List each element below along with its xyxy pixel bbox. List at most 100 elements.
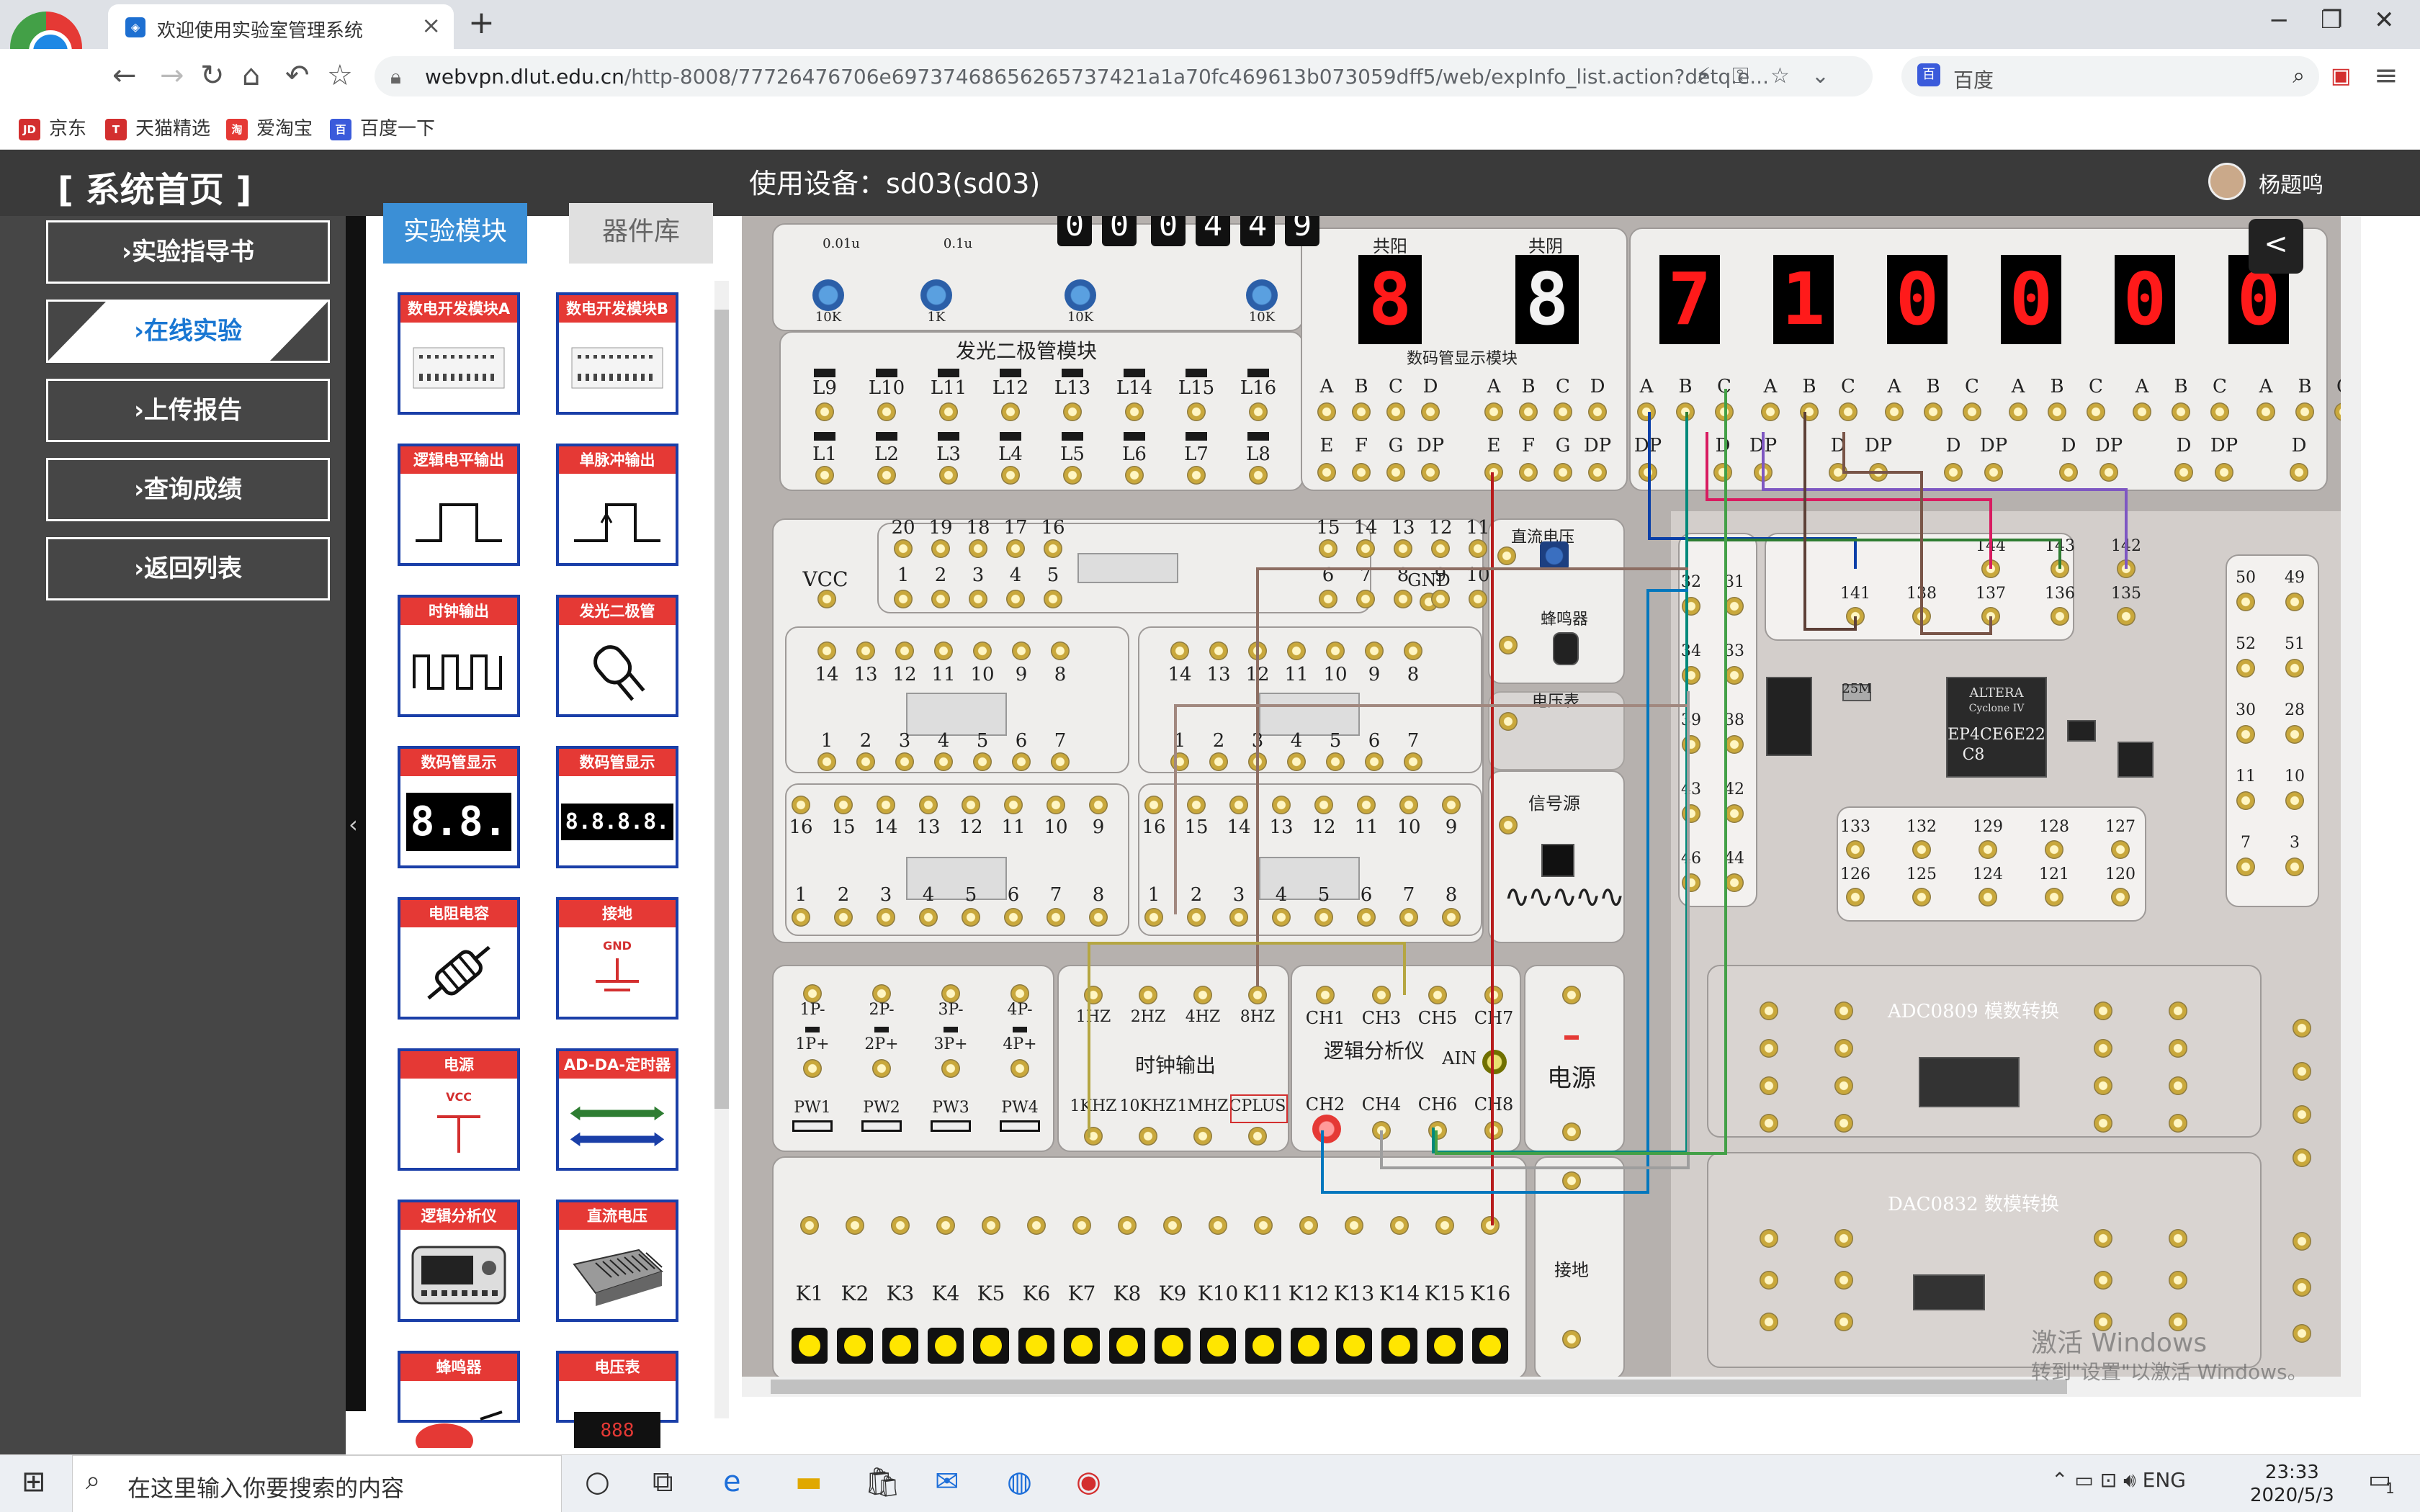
- sidebar-item-guide[interactable]: ›实验指导书: [46, 220, 330, 284]
- module-card[interactable]: 电压表 888: [556, 1351, 678, 1448]
- search-icon[interactable]: ⌕: [2293, 63, 2305, 89]
- palette-scroll-thumb[interactable]: [714, 310, 729, 1109]
- bookmark-jd[interactable]: JD 京东: [19, 114, 86, 140]
- url-path: /http-8008/77726476706e69737468656265737…: [624, 65, 1769, 89]
- module-card-title: 电源: [400, 1051, 517, 1079]
- wire[interactable]: [1435, 389, 1727, 1155]
- module-card[interactable]: 蜂鸣器: [398, 1351, 520, 1448]
- module-card[interactable]: 时钟输出: [398, 595, 520, 717]
- module-card[interactable]: 接地 GND: [556, 897, 678, 1020]
- bookmark-label: 爱淘宝: [256, 118, 313, 140]
- url-text: webvpn.dlut.edu.cn/http-8008/77726476706…: [425, 65, 1769, 89]
- tmall-icon: T: [105, 118, 127, 140]
- task-view-icon[interactable]: ⧉: [653, 1465, 673, 1498]
- cortana-icon[interactable]: ○: [585, 1465, 610, 1498]
- dev-board-icon: [565, 330, 670, 406]
- experiment-board: 0 0 0 4 4 9 10K 1K 10K 10K 0.01u 0.1u 发光二极管模块 L9 L1 L10…: [742, 216, 2347, 1397]
- module-card[interactable]: 数电开发模块A: [398, 292, 520, 415]
- module-card-title: 数电开发模块B: [559, 295, 676, 323]
- system-tray[interactable]: ⌃ ▭ ⊡ 🔊︎ ENG: [2051, 1468, 2186, 1493]
- wire[interactable]: [1803, 412, 1857, 631]
- board-vertical-scrollbar[interactable]: [2341, 216, 2361, 1397]
- restore-icon[interactable]: ❐: [2321, 6, 2342, 35]
- module-sub-label: GND: [603, 939, 632, 953]
- window-close-icon[interactable]: ✕: [2374, 6, 2395, 35]
- palette-scrollbar[interactable]: [714, 281, 729, 1418]
- module-card[interactable]: 数电开发模块B: [556, 292, 678, 415]
- clock[interactable]: 23:33 2020/5/3: [2250, 1461, 2334, 1507]
- tab-close-icon[interactable]: ×: [421, 12, 441, 39]
- user-name[interactable]: 杨题鸣: [2259, 167, 2323, 199]
- collapse-left-icon[interactable]: ‹: [349, 811, 358, 838]
- forward-icon[interactable]: →: [160, 59, 184, 92]
- omnibox-action-icons[interactable]: ⚡⚿☆⌄: [1695, 63, 1851, 89]
- network-app-icon[interactable]: ◍: [1007, 1465, 1032, 1498]
- pdf-extension-icon[interactable]: ▣: [2331, 63, 2351, 89]
- file-explorer-icon[interactable]: ▬: [795, 1465, 823, 1498]
- tab-favicon-icon: ◈: [125, 17, 145, 37]
- collapse-board-icon[interactable]: <: [2249, 219, 2303, 274]
- board-hscroll-thumb[interactable]: [771, 1380, 2067, 1394]
- back-icon[interactable]: ←: [112, 59, 137, 92]
- single-pulse-icon: [565, 481, 670, 557]
- wire[interactable]: [1256, 567, 1688, 986]
- favorite-icon[interactable]: ☆: [327, 59, 353, 92]
- led-icon: [565, 632, 670, 708]
- module-card[interactable]: 直流电压: [556, 1200, 678, 1322]
- module-card[interactable]: 数码管显示 8.8.8.8.: [556, 746, 678, 868]
- seven-seg-4-icon: 8.8.8.8.: [560, 783, 674, 860]
- bookmark-label: 百度一下: [360, 118, 436, 140]
- module-card[interactable]: 数码管显示 8.8.: [398, 746, 520, 868]
- module-card-title: 发光二极管: [559, 598, 676, 625]
- tab-experiment-modules[interactable]: 实验模块: [383, 203, 527, 264]
- module-card[interactable]: 单脉冲输出: [556, 444, 678, 566]
- sidebar-item-upload-report[interactable]: ›上传报告: [46, 379, 330, 442]
- module-card[interactable]: 发光二极管: [556, 595, 678, 717]
- wire[interactable]: [1174, 704, 1688, 914]
- module-card-title: 数码管显示: [559, 749, 676, 776]
- sidebar-item-online-experiment[interactable]: ›在线实验: [46, 300, 330, 363]
- reload-icon[interactable]: ↻: [200, 59, 225, 92]
- undo-icon[interactable]: ↶: [285, 59, 310, 92]
- url-field[interactable]: 🔒︎ webvpn.dlut.edu.cn/http-8008/77726476…: [375, 56, 1873, 96]
- notification-count: 1: [2385, 1480, 2395, 1497]
- avatar[interactable]: [2208, 163, 2246, 200]
- menu-icon[interactable]: ≡: [2374, 59, 2398, 92]
- wire[interactable]: [1706, 432, 1992, 569]
- bookmark-aitaobao[interactable]: 淘爱淘宝: [226, 114, 313, 140]
- dev-board-icon: [406, 330, 511, 406]
- svg-text:888: 888: [601, 1420, 635, 1441]
- bookmark-tmall[interactable]: T 天猫精选: [105, 114, 210, 140]
- module-card[interactable]: 电阻电容: [398, 897, 520, 1020]
- module-card-title: 电阻电容: [400, 900, 517, 927]
- edge-icon[interactable]: e: [723, 1465, 741, 1498]
- taskbar-search-field[interactable]: ⌕ 在这里输入你要搜索的内容: [72, 1455, 562, 1512]
- module-card[interactable]: 逻辑电平输出: [398, 444, 520, 566]
- system-home-link[interactable]: [ 系统首页 ]: [58, 161, 251, 212]
- bookmark-baidu[interactable]: 百百度一下: [330, 114, 435, 140]
- new-tab-icon[interactable]: +: [468, 4, 495, 41]
- store-icon[interactable]: 🛍︎: [864, 1465, 901, 1499]
- module-card-title: 时钟输出: [400, 598, 517, 625]
- search-engine-box[interactable]: 百 百度 ⌕: [1901, 56, 2319, 96]
- tab-component-library[interactable]: 器件库: [569, 203, 713, 264]
- windows-start-icon[interactable]: ⊞: [22, 1465, 46, 1498]
- wire[interactable]: [1380, 691, 1690, 1169]
- module-card[interactable]: 逻辑分析仪: [398, 1200, 520, 1322]
- module-card[interactable]: AD-DA-定时器: [556, 1048, 678, 1171]
- browser-taskbar-icon[interactable]: ◉: [1076, 1465, 1101, 1498]
- wire[interactable]: [1088, 942, 1406, 1138]
- module-card-title: 数码管显示: [400, 749, 517, 776]
- ground-icon: GND: [565, 935, 670, 1011]
- sidebar-item-query-grades[interactable]: ›查询成绩: [46, 458, 330, 521]
- home-icon[interactable]: ⌂: [242, 59, 260, 92]
- module-card[interactable]: 电源 VCC: [398, 1048, 520, 1171]
- minimize-icon[interactable]: −: [2269, 6, 2290, 35]
- sidebar-item-back-to-list[interactable]: ›返回列表: [46, 537, 330, 600]
- wire[interactable]: [1321, 589, 1688, 1194]
- wire[interactable]: [1842, 432, 1992, 635]
- input-language[interactable]: ENG: [2143, 1468, 2186, 1492]
- browser-tab[interactable]: ◈ 欢迎使用实验室管理系统 ×: [108, 4, 454, 49]
- mail-icon[interactable]: ✉: [935, 1465, 959, 1498]
- taskbar: ⊞ ⌕ 在这里输入你要搜索的内容 ○ ⧉ e ▬ 🛍︎ ✉ ◍ ◉ ⌃ ▭ ⊡ …: [0, 1454, 2420, 1512]
